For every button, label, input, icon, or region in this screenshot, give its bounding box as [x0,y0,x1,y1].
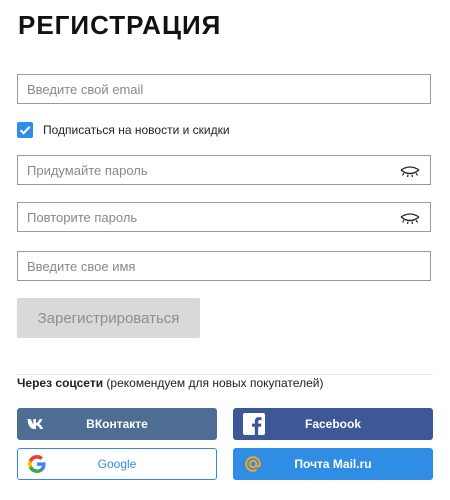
google-login-button[interactable]: Google [17,448,217,480]
facebook-login-label: Facebook [304,417,361,431]
mailru-login-button[interactable]: Почта Mail.ru [233,448,433,480]
name-input[interactable] [18,252,430,280]
name-field[interactable] [17,251,431,281]
vk-login-label: ВКонтакте [86,417,148,431]
email-input[interactable] [18,75,430,103]
social-caption-bold: Через соцсети [17,376,104,390]
social-caption: Через соцсети (рекомендуем для новых пок… [17,376,323,390]
facebook-login-button[interactable]: Facebook [233,408,433,440]
password-input[interactable] [18,156,430,184]
mailru-login-label: Почта Mail.ru [294,457,372,471]
register-button[interactable]: Зарегистрироваться [17,298,200,338]
subscribe-checkbox[interactable] [17,122,33,138]
eye-closed-icon[interactable] [400,164,420,178]
page-title: РЕГИСТРАЦИЯ [18,10,222,40]
vk-login-button[interactable]: ВКонтакте [17,408,217,440]
social-caption-rest: (рекомендуем для новых покупателей) [103,376,324,390]
divider [17,374,433,375]
password-field[interactable] [17,155,431,185]
email-field[interactable] [17,74,431,104]
subscribe-label: Подписаться на новости и скидки [43,123,230,137]
password-repeat-input[interactable] [18,203,430,231]
google-login-label: Google [97,457,137,471]
checkmark-icon [19,126,31,135]
eye-closed-icon[interactable] [400,211,420,225]
password-repeat-field[interactable] [17,202,431,232]
